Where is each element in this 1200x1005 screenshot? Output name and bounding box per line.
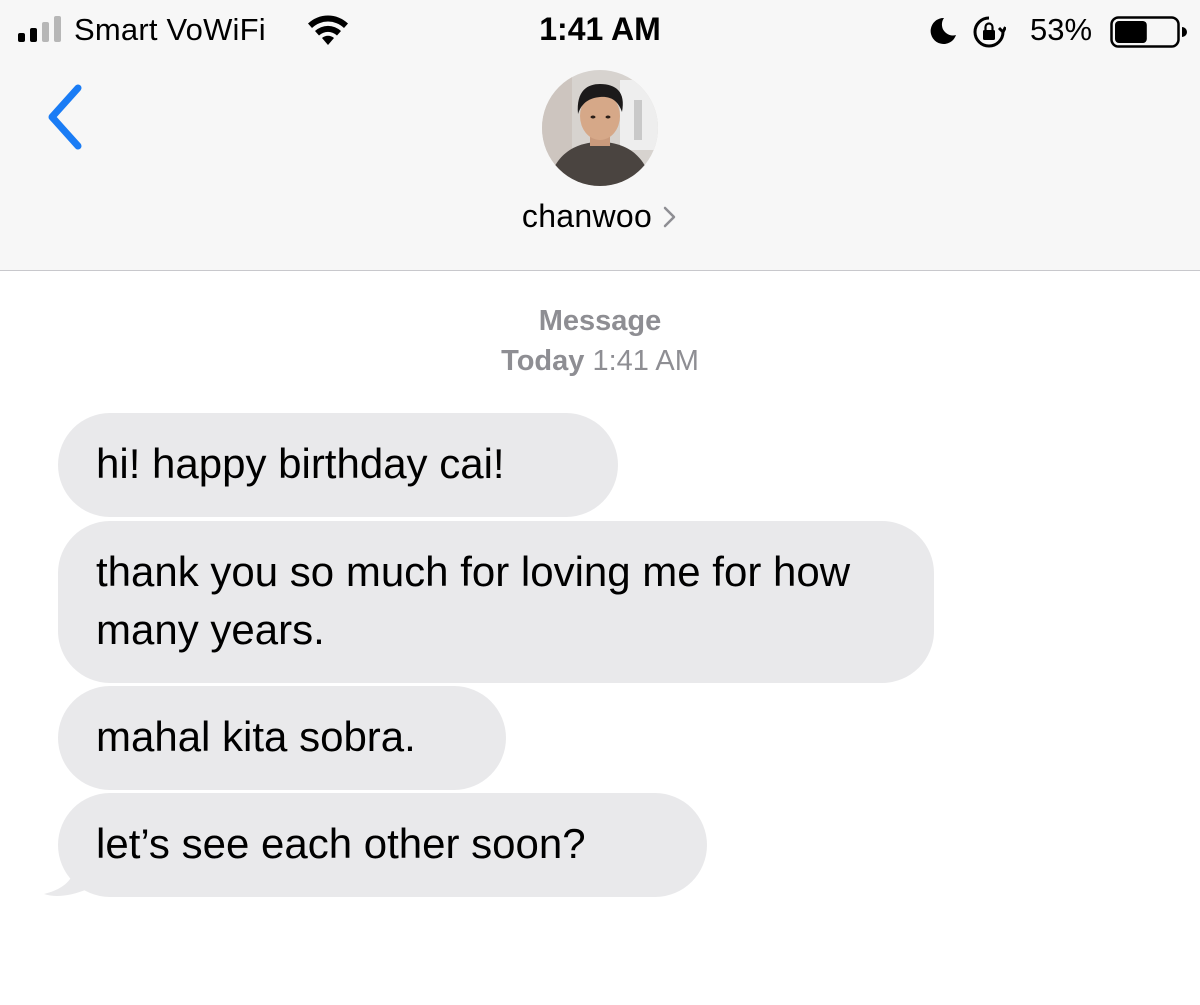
message-bubble[interactable]: mahal kita sobra. [58,686,506,790]
timestamp-time: 1:41 AM [592,345,699,377]
contact-name: chanwoo [521,198,653,235]
message-bubble[interactable]: thank you so much for loving me for how … [58,521,934,683]
bubble-tail [44,858,90,896]
avatar-photo [542,70,658,186]
message-bubble[interactable]: let’s see each other soon? [58,793,707,897]
conversation-header: Smart VoWiFi 1:41 AM 53% chanwoo [0,0,1200,271]
message-timestamp: Today 1:41 AM [0,345,1200,378]
back-chevron-icon[interactable] [44,82,88,152]
contact-name-button[interactable]: chanwoo [0,196,1200,235]
timestamp-day: Today [501,345,585,377]
message-bubble[interactable]: hi! happy birthday cai! [58,413,618,517]
service-label: Message [538,305,662,337]
contact-avatar[interactable] [542,70,658,186]
rotation-lock-icon [973,16,1006,48]
battery-icon [1110,16,1187,48]
battery-percent: 53% [1030,12,1093,47]
status-time: 1:41 AM [539,11,661,47]
chevron-right-icon [663,206,676,227]
status-bar: Smart VoWiFi 1:41 AM 53% [0,0,1200,62]
moon-icon [930,17,956,44]
